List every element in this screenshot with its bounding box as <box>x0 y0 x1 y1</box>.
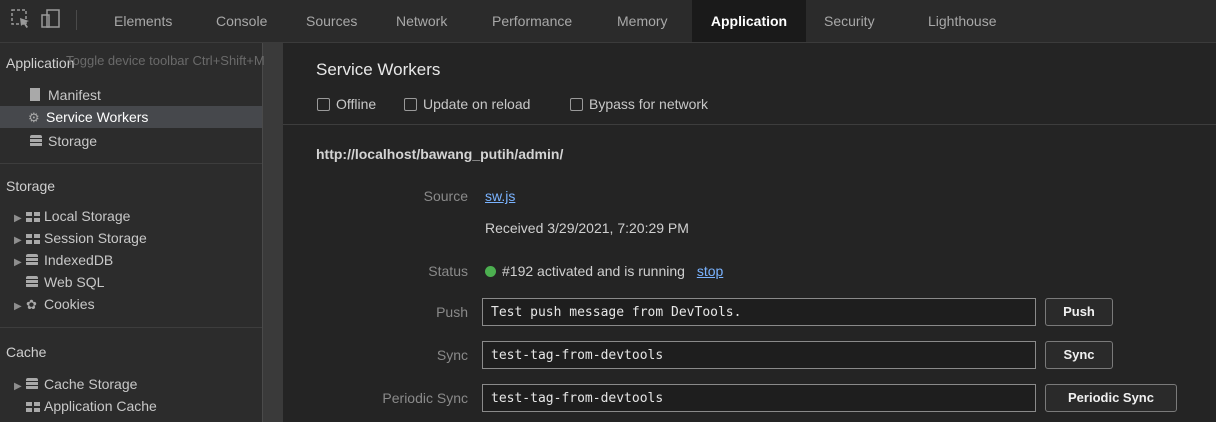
tab-memory[interactable]: Memory <box>617 0 668 42</box>
received-text: Received 3/29/2021, 7:20:29 PM <box>485 220 689 236</box>
grid-icon <box>26 212 40 222</box>
checkbox-label: Offline <box>336 96 377 112</box>
push-button[interactable]: Push <box>1045 298 1113 326</box>
checkbox-icon[interactable] <box>317 98 330 111</box>
tab-console[interactable]: Console <box>216 0 267 42</box>
database-icon <box>30 135 42 147</box>
devtools-toolbar: Elements Console Sources Network Perform… <box>0 0 1216 43</box>
push-label: Push <box>436 304 468 320</box>
sync-label: Sync <box>436 347 468 363</box>
sidebar-scrollbar[interactable] <box>262 43 283 422</box>
sidebar-item-label: Manifest <box>48 87 101 103</box>
toolbar-separator <box>76 10 77 30</box>
sidebar-item-label: Service Workers <box>46 109 149 125</box>
sync-button[interactable]: Sync <box>1045 341 1113 369</box>
grid-icon <box>26 402 40 412</box>
sidebar-item-label: IndexedDB <box>44 252 114 268</box>
tab-sources[interactable]: Sources <box>306 0 357 42</box>
source-label: Source <box>423 188 468 204</box>
tab-lighthouse[interactable]: Lighthouse <box>928 0 997 42</box>
sidebar-item-cache-storage[interactable]: ▶ Cache Storage <box>0 373 262 395</box>
sidebar-item-indexeddb[interactable]: ▶ IndexedDB <box>0 249 262 271</box>
checkbox-label: Bypass for network <box>589 96 709 112</box>
sidebar-item-label: Local Storage <box>44 208 131 224</box>
grid-icon <box>26 234 40 244</box>
push-input[interactable]: Test push message from DevTools. <box>482 298 1036 326</box>
sidebar-section-application: Application <box>6 55 75 71</box>
sidebar-item-session-storage[interactable]: ▶ Session Storage <box>0 227 262 249</box>
gear-icon: ⚙ <box>28 110 40 125</box>
status-label: Status <box>428 263 468 279</box>
tab-security[interactable]: Security <box>824 0 875 42</box>
database-icon <box>26 378 38 390</box>
checkbox-icon[interactable] <box>570 98 583 111</box>
sidebar-section-storage: Storage <box>6 178 56 194</box>
page-title: Service Workers <box>316 60 441 79</box>
sidebar-item-service-workers[interactable]: ⚙ Service Workers <box>0 106 262 128</box>
periodic-sync-input[interactable]: test-tag-from-devtools <box>482 384 1036 412</box>
sidebar-item-cookies[interactable]: ▶ ✿ Cookies <box>0 293 262 315</box>
periodic-sync-label: Periodic Sync <box>382 390 468 406</box>
expand-arrow-icon[interactable]: ▶ <box>14 296 26 318</box>
scope-url: http://localhost/bawang_putih/admin/ <box>316 146 564 162</box>
document-icon <box>30 88 40 101</box>
sidebar-item-manifest[interactable]: Manifest <box>0 84 262 106</box>
sidebar-divider <box>0 327 262 328</box>
tab-application[interactable]: Application <box>692 0 806 42</box>
status-value: #192 activated and is running stop <box>485 263 723 279</box>
panel-divider <box>283 124 1216 125</box>
sidebar-divider <box>0 163 262 164</box>
cookie-icon: ✿ <box>26 297 37 312</box>
inspect-element-icon[interactable] <box>10 8 32 30</box>
stop-link[interactable]: stop <box>697 263 723 279</box>
sidebar-item-label: Web SQL <box>44 274 105 290</box>
sidebar-item-label: Session Storage <box>44 230 147 246</box>
sidebar-item-label: Storage <box>48 133 98 149</box>
sidebar-item-label: Cache Storage <box>44 376 138 392</box>
tab-performance[interactable]: Performance <box>492 0 572 42</box>
database-icon <box>26 254 38 266</box>
status-text: #192 activated and is running <box>502 263 685 279</box>
bypass-for-network-checkbox[interactable]: Bypass for network <box>570 95 708 113</box>
tab-network[interactable]: Network <box>396 0 447 42</box>
source-file-link[interactable]: sw.js <box>485 188 515 204</box>
sidebar-item-web-sql[interactable]: Web SQL <box>0 271 262 293</box>
sync-input[interactable]: test-tag-from-devtools <box>482 341 1036 369</box>
checkbox-icon[interactable] <box>404 98 417 111</box>
sidebar-item-storage[interactable]: Storage <box>0 130 262 152</box>
tooltip-text: Toggle device toolbar Ctrl+Shift+M <box>66 53 265 68</box>
database-icon <box>26 276 38 288</box>
sidebar-item-application-cache[interactable]: Application Cache <box>0 395 262 417</box>
sidebar-item-label: Cookies <box>44 296 95 312</box>
source-link[interactable]: sw.js <box>485 188 515 204</box>
device-toolbar-icon[interactable] <box>40 8 62 30</box>
sidebar-item-local-storage[interactable]: ▶ Local Storage <box>0 205 262 227</box>
status-dot-icon <box>485 266 496 277</box>
offline-checkbox[interactable]: Offline <box>317 95 376 113</box>
sidebar-item-label: Application Cache <box>44 398 157 414</box>
sidebar-section-cache: Cache <box>6 344 47 360</box>
checkbox-label: Update on reload <box>423 96 531 112</box>
tab-elements[interactable]: Elements <box>114 0 172 42</box>
update-on-reload-checkbox[interactable]: Update on reload <box>404 95 530 113</box>
periodic-sync-button[interactable]: Periodic Sync <box>1045 384 1177 412</box>
